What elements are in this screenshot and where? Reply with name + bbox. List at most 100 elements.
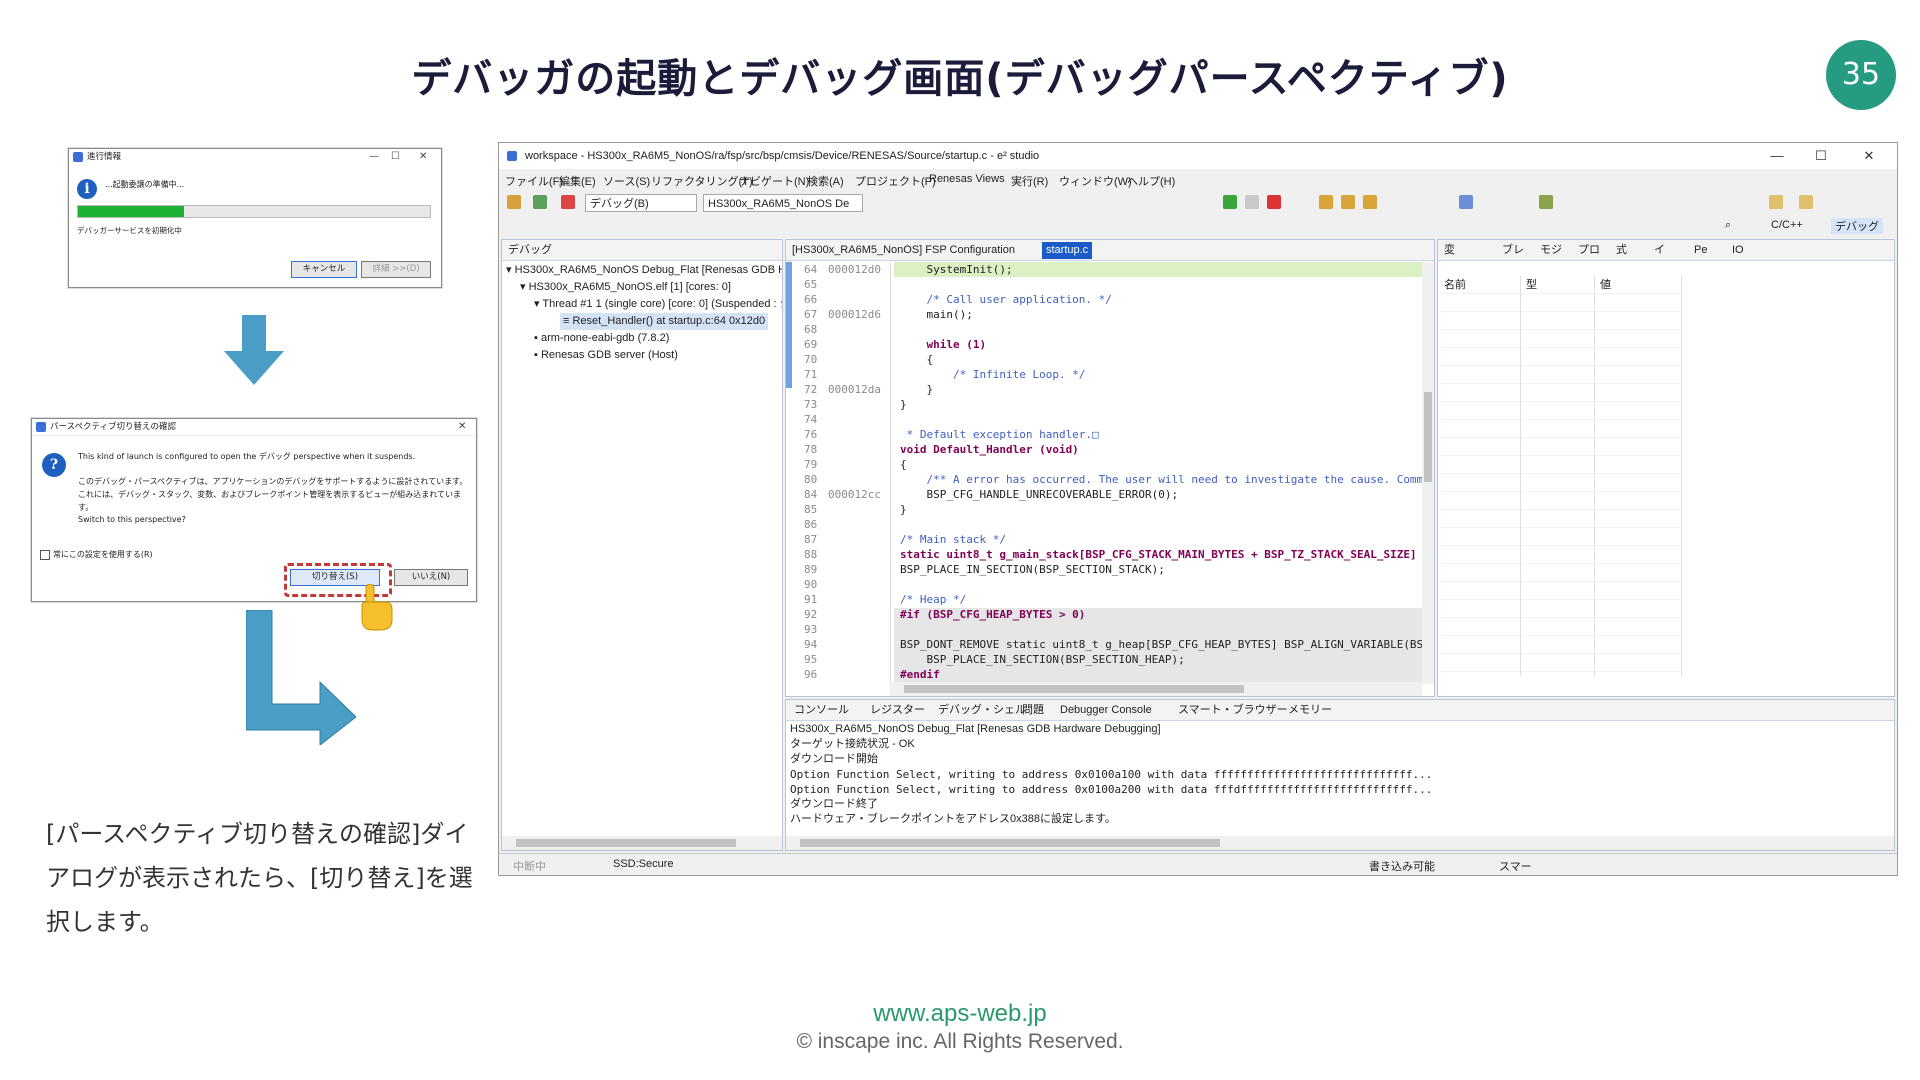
code-line[interactable]: 69 while (1) bbox=[804, 337, 986, 352]
tab-pe[interactable]: Pe bbox=[1690, 242, 1711, 259]
code-line[interactable]: 79 { bbox=[804, 457, 907, 472]
memory-icon[interactable] bbox=[1539, 195, 1553, 209]
minimize-button[interactable]: — bbox=[1755, 143, 1799, 169]
close-button[interactable]: ✕ bbox=[1847, 143, 1891, 169]
tab-console[interactable]: コンソール bbox=[790, 702, 853, 719]
scrollbar-thumb[interactable] bbox=[1424, 392, 1432, 482]
tree-elf[interactable]: ▾ HS300x_RA6M5_NonOS.elf [1] [cores: 0] bbox=[520, 279, 731, 296]
tab-smart-browser[interactable]: スマート・ブラウザー bbox=[1174, 702, 1292, 719]
column-header-type[interactable]: 型 bbox=[1526, 276, 1537, 292]
minimize-button[interactable]: — bbox=[369, 149, 379, 165]
column-header-value[interactable]: 値 bbox=[1600, 276, 1611, 292]
scrollbar-thumb[interactable] bbox=[516, 839, 736, 847]
column-header-name[interactable]: 名前 bbox=[1444, 276, 1466, 292]
code-line[interactable]: 88 static uint8_t g_main_stack[BSP_CFG_ST… bbox=[804, 547, 1417, 562]
code-line[interactable]: 95 BSP_PLACE_IN_SECTION(BSP_SECTION_HEAP… bbox=[804, 652, 1185, 667]
menu-edit[interactable]: 編集(E) bbox=[559, 173, 596, 189]
tab-debug[interactable]: デバッグ bbox=[504, 242, 556, 259]
launch-config-select[interactable]: HS300x_RA6M5_NonOS De bbox=[703, 194, 863, 212]
close-button[interactable]: ✕ bbox=[419, 149, 427, 165]
code-line[interactable]: 73} bbox=[804, 397, 907, 412]
code-line[interactable]: 91 /* Heap */ bbox=[804, 592, 966, 607]
tab-fsp-configuration[interactable]: [HS300x_RA6M5_NonOS] FSP Configuration bbox=[788, 242, 1019, 259]
code-line[interactable]: 72 000012da } bbox=[804, 382, 933, 397]
suspend-icon[interactable] bbox=[1245, 195, 1259, 209]
menu-project[interactable]: プロジェクト(P) bbox=[855, 173, 936, 189]
menu-window[interactable]: ウィンドウ(W) bbox=[1059, 173, 1132, 189]
code-line[interactable]: 86 bbox=[804, 517, 900, 532]
horizontal-scrollbar[interactable] bbox=[502, 836, 782, 850]
tab-startup-c[interactable]: startup.c bbox=[1042, 242, 1093, 259]
code-line[interactable]: 87 /* Main stack */ bbox=[804, 532, 1006, 547]
code-line[interactable]: 96 #endif bbox=[804, 667, 940, 682]
launch-mode-select[interactable]: デバッグ(B) bbox=[585, 194, 697, 212]
perspective-cpp[interactable]: C/C++ bbox=[1771, 219, 1803, 231]
editor-vertical-scrollbar[interactable] bbox=[1422, 262, 1434, 684]
details-button[interactable]: 詳細 >>(D) bbox=[361, 261, 431, 278]
tab-io[interactable]: IO bbox=[1728, 242, 1748, 259]
step-return-icon[interactable] bbox=[1363, 195, 1377, 209]
code-line[interactable]: 76 * Default exception handler.□ bbox=[804, 427, 1099, 442]
tab-modules[interactable]: モジ bbox=[1536, 242, 1566, 259]
menu-help[interactable]: ヘルプ(H) bbox=[1127, 173, 1175, 189]
menu-renesas-views[interactable]: Renesas Views bbox=[929, 173, 1005, 185]
code-line[interactable]: 68 bbox=[804, 322, 900, 337]
tree-gdb-server[interactable]: ▪ Renesas GDB server (Host) bbox=[534, 347, 678, 364]
tab-registers[interactable]: レジスター bbox=[866, 702, 929, 719]
tree-gdb[interactable]: ▪ arm-none-eabi-gdb (7.8.2) bbox=[534, 330, 669, 347]
code-line[interactable]: 93 bbox=[804, 622, 900, 637]
tree-thread[interactable]: ▾ Thread #1 1 (single core) [core: 0] (S… bbox=[534, 296, 782, 313]
checkbox-box[interactable] bbox=[40, 549, 50, 560]
menu-refactor[interactable]: リファクタリング(T) bbox=[651, 173, 753, 189]
console-horizontal-scrollbar[interactable] bbox=[786, 836, 1894, 850]
tab-memory[interactable]: メモリー bbox=[1284, 702, 1336, 719]
cancel-button[interactable]: キャンセル bbox=[291, 261, 357, 278]
code-line[interactable]: 74 bbox=[804, 412, 900, 427]
code-line[interactable]: 89 BSP_PLACE_IN_SECTION(BSP_SECTION_STACK… bbox=[804, 562, 1165, 577]
editor-horizontal-scrollbar[interactable] bbox=[890, 682, 1422, 696]
tab-profile[interactable]: プロ bbox=[1574, 242, 1604, 259]
tab-debugger-console[interactable]: Debugger Console bbox=[1056, 702, 1156, 719]
build-icon[interactable] bbox=[507, 195, 521, 209]
step-over-icon[interactable] bbox=[1341, 195, 1355, 209]
code-line[interactable]: 92 #if (BSP_CFG_HEAP_BYTES > 0) bbox=[804, 607, 1085, 622]
maximize-button[interactable]: ☐ bbox=[391, 149, 400, 165]
close-button[interactable]: ✕ bbox=[458, 419, 466, 435]
menu-search[interactable]: 検索(A) bbox=[807, 173, 844, 189]
resume-icon[interactable] bbox=[1223, 195, 1237, 209]
no-button[interactable]: いいえ(N) bbox=[394, 569, 468, 586]
tree-launch-config[interactable]: ▾ HS300x_RA6M5_NonOS Debug_Flat [Renesas… bbox=[506, 262, 782, 279]
code-line[interactable]: 90 bbox=[804, 577, 900, 592]
code-line[interactable]: 84 000012cc BSP_CFG_HANDLE_UNRECOVERABLE_… bbox=[804, 487, 1178, 502]
tab-expressions[interactable]: 式 bbox=[1612, 242, 1631, 259]
scrollbar-thumb[interactable] bbox=[800, 839, 1220, 847]
code-line[interactable]: 65 bbox=[804, 277, 900, 292]
tab-problems[interactable]: 問題 bbox=[1018, 702, 1048, 719]
breakpoint-icon[interactable] bbox=[1459, 195, 1473, 209]
code-line[interactable]: 64 000012d0 SystemInit(); bbox=[804, 262, 1013, 277]
code-line[interactable]: 70 { bbox=[804, 352, 933, 367]
remember-checkbox[interactable]: 常にこの設定を使用する(R) bbox=[40, 549, 153, 560]
back-icon[interactable] bbox=[1769, 195, 1783, 209]
code-line[interactable]: 71 /* Infinite Loop. */ bbox=[804, 367, 1085, 382]
tree-stack-frame[interactable]: ≡ Reset_Handler() at startup.c:64 0x12d0 bbox=[560, 313, 769, 330]
perspective-debug[interactable]: デバッグ bbox=[1831, 218, 1883, 234]
code-line[interactable]: 85} bbox=[804, 502, 907, 517]
menu-navigate[interactable]: ナビゲート(N) bbox=[739, 173, 809, 189]
code-line[interactable]: 78 void Default_Handler (void) bbox=[804, 442, 1079, 457]
menu-file[interactable]: ファイル(F) bbox=[505, 173, 563, 189]
code-line[interactable]: 80 /** A error has occurred. The user wi… bbox=[804, 472, 1423, 487]
code-line[interactable]: 66 /* Call user application. */ bbox=[804, 292, 1112, 307]
debug-icon[interactable] bbox=[533, 195, 547, 209]
stop-icon[interactable] bbox=[561, 195, 575, 209]
step-into-icon[interactable] bbox=[1319, 195, 1333, 209]
forward-icon[interactable] bbox=[1799, 195, 1813, 209]
code-area[interactable]: 64 000012d0 SystemInit(); 65 66 /* Call use… bbox=[804, 262, 1424, 684]
menu-source[interactable]: ソース(S) bbox=[603, 173, 650, 189]
maximize-button[interactable]: ☐ bbox=[1799, 143, 1843, 169]
tab-variables[interactable]: 変 bbox=[1440, 242, 1459, 259]
menu-run[interactable]: 実行(R) bbox=[1011, 173, 1048, 189]
search-icon[interactable]: ⌕ bbox=[1725, 219, 1731, 232]
tab-debug-shell[interactable]: デバッグ・シェル bbox=[934, 702, 1030, 719]
terminate-icon[interactable] bbox=[1267, 195, 1281, 209]
